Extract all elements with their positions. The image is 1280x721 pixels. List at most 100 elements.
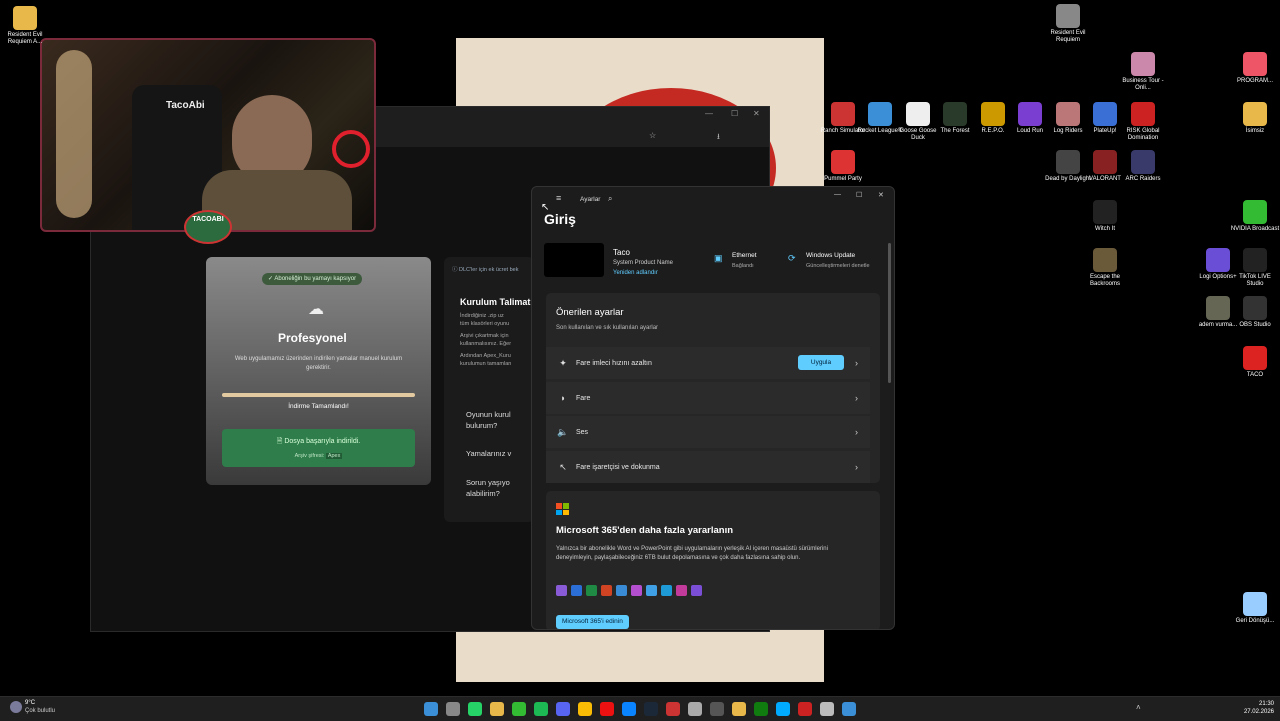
task-view-icon[interactable]: [446, 702, 460, 716]
xbox-icon[interactable]: [512, 702, 526, 716]
app-icon[interactable]: [732, 702, 746, 716]
download-icon[interactable]: ⭳: [717, 131, 720, 145]
shield-icon[interactable]: [842, 702, 856, 716]
desktop-icon[interactable]: İsimsiz: [1230, 102, 1280, 135]
faq-question: alabilirim?: [466, 489, 500, 498]
app-icon[interactable]: [776, 702, 790, 716]
desktop-icon[interactable]: OBS Studio: [1230, 296, 1280, 329]
row-label: Fare: [576, 394, 591, 402]
spotify-icon[interactable]: [534, 702, 548, 716]
desktop-icon[interactable]: RISK Global Domination: [1118, 102, 1168, 142]
desktop-icon[interactable]: NVIDIA Broadcast: [1230, 200, 1280, 233]
faq-item[interactable]: Oyunun kurul bulurum?: [466, 409, 511, 431]
maximize-icon[interactable]: ☐: [731, 109, 738, 118]
ethernet-title[interactable]: Ethernet: [732, 252, 757, 259]
desktop-icon[interactable]: Pummel Party: [818, 150, 868, 183]
dlc-notice: ⓘ DLC'ler için ek ücret bek: [452, 267, 519, 273]
game-icon: [1056, 4, 1080, 28]
clock[interactable]: 21:30 27.02.2026: [1228, 700, 1274, 716]
desktop-icon[interactable]: Business Tour - Onli...: [1118, 52, 1168, 92]
chrome-icon[interactable]: [578, 702, 592, 716]
page-title: Giriş: [544, 211, 576, 227]
desktop-icon-label: VALORANT: [1089, 176, 1121, 182]
game-icon: [906, 102, 930, 126]
faq-question: Oyunun kurul: [466, 410, 511, 419]
opera-icon[interactable]: [600, 702, 614, 716]
desktop-icon[interactable]: TikTok LIVE Studio: [1230, 248, 1280, 288]
minimize-icon[interactable]: —: [705, 109, 713, 118]
game-icon: [1056, 102, 1080, 126]
rename-link[interactable]: Yeniden adlandır: [613, 270, 658, 276]
desktop-icon[interactable]: PROGRAM...: [1230, 52, 1280, 85]
install-lines: İndirdiğiniz .zip uz tüm klasörleri oyun…: [460, 313, 511, 368]
discord-icon[interactable]: [556, 702, 570, 716]
m365-get-button[interactable]: Microsoft 365'i edinin: [556, 615, 629, 629]
download-progress: [222, 393, 415, 397]
desktop-icon-label: TikTok LIVE Studio: [1239, 274, 1271, 287]
recommended-row-pointer-touch[interactable]: ↖ Fare işaretçisi ve dokunma ›: [546, 451, 870, 483]
xbox-app-icon[interactable]: [754, 702, 768, 716]
desktop-icon[interactable]: Witch It: [1080, 200, 1130, 233]
row-label: Fare işaretçisi ve dokunma: [576, 463, 660, 471]
game-icon: [831, 150, 855, 174]
maximize-icon[interactable]: ☐: [856, 191, 862, 199]
dlc-notice-text: DLC'ler için ek ücret bek: [459, 267, 519, 273]
recommended-row-mouse[interactable]: ◗ Fare ›: [546, 382, 870, 414]
steam-icon[interactable]: [644, 702, 658, 716]
desktop-icon[interactable]: TACO: [1230, 346, 1280, 379]
desktop-icon[interactable]: Resident Evil Requiem: [1043, 4, 1093, 44]
desktop-icon[interactable]: Escape the Backrooms: [1080, 248, 1130, 288]
chevron-up-icon[interactable]: ˄: [1136, 703, 1141, 712]
minimize-icon[interactable]: —: [834, 191, 841, 198]
game-icon: [1131, 150, 1155, 174]
game-icon: [1093, 150, 1117, 174]
epic-icon[interactable]: [710, 702, 724, 716]
install-line: Ardından Apex_Kuru: [460, 353, 511, 359]
app-icon[interactable]: [666, 702, 680, 716]
recommended-title: Önerilen ayarlar: [556, 307, 624, 318]
search-icon[interactable]: ⌕: [608, 194, 612, 204]
weather-icon[interactable]: [10, 701, 22, 713]
faq-item[interactable]: Yamalarınız v: [466, 449, 511, 458]
desktop-icon[interactable]: Resident Evil Requiem A...: [0, 6, 50, 46]
faq-question: Sorun yaşıyo: [466, 478, 510, 487]
desktop-icon-label: The Forest: [940, 128, 970, 134]
faq-question: bulurum?: [466, 421, 498, 430]
desktop-icon-label: PROGRAM...: [1236, 78, 1273, 84]
app-icon[interactable]: [798, 702, 812, 716]
windows-update-icon: ⟳: [788, 253, 796, 263]
recommended-row-sound[interactable]: 🔈 Ses ›: [546, 416, 870, 448]
install-line: kullanmalısınız. Eğer: [460, 340, 512, 347]
archive-password-value: Apex: [325, 453, 343, 459]
chair-logo-text: TacoAbi: [166, 100, 205, 111]
close-icon[interactable]: ✕: [878, 191, 884, 199]
settings-scrollbar[interactable]: [888, 243, 891, 383]
faq-item[interactable]: Sorun yaşıyo alabilirim?: [466, 477, 510, 499]
weather-temp[interactable]: 9°C: [25, 700, 35, 706]
recommended-row-mouse-speed[interactable]: ✦ Fare imleci hızını azaltın Uygula ›: [546, 347, 870, 379]
mouse-cursor-icon: ↖: [541, 202, 550, 213]
image-icon: [1206, 296, 1230, 320]
hamburger-icon[interactable]: ≡: [556, 193, 561, 203]
app-icon[interactable]: [688, 702, 702, 716]
start-icon[interactable]: [424, 702, 438, 716]
speaker-icon: 🔈: [557, 426, 569, 437]
edge-icon[interactable]: [622, 702, 636, 716]
chevron-right-icon: ›: [855, 462, 858, 472]
apply-button[interactable]: Uygula: [798, 355, 844, 370]
webcam-name-tag: TACOABI: [184, 210, 232, 244]
m365-title: Microsoft 365'den daha fazla yararlanın: [556, 525, 734, 536]
star-icon[interactable]: ☆: [649, 131, 656, 140]
close-icon[interactable]: ✕: [753, 109, 760, 118]
wall-decoration: [56, 50, 92, 218]
settings-icon[interactable]: [820, 702, 834, 716]
m365-card: Microsoft 365'den daha fazla yararlanın …: [546, 491, 880, 629]
windows-update-title[interactable]: Windows Update: [806, 252, 855, 259]
desktop-icon[interactable]: Geri Dönüşü...: [1230, 592, 1280, 625]
game-icon: [831, 102, 855, 126]
account-avatar[interactable]: [544, 243, 604, 277]
whatsapp-icon[interactable]: [468, 702, 482, 716]
weather-desc[interactable]: Çok bulutlu: [25, 708, 55, 714]
desktop-icon[interactable]: ARC Raiders: [1118, 150, 1168, 183]
file-explorer-icon[interactable]: [490, 702, 504, 716]
